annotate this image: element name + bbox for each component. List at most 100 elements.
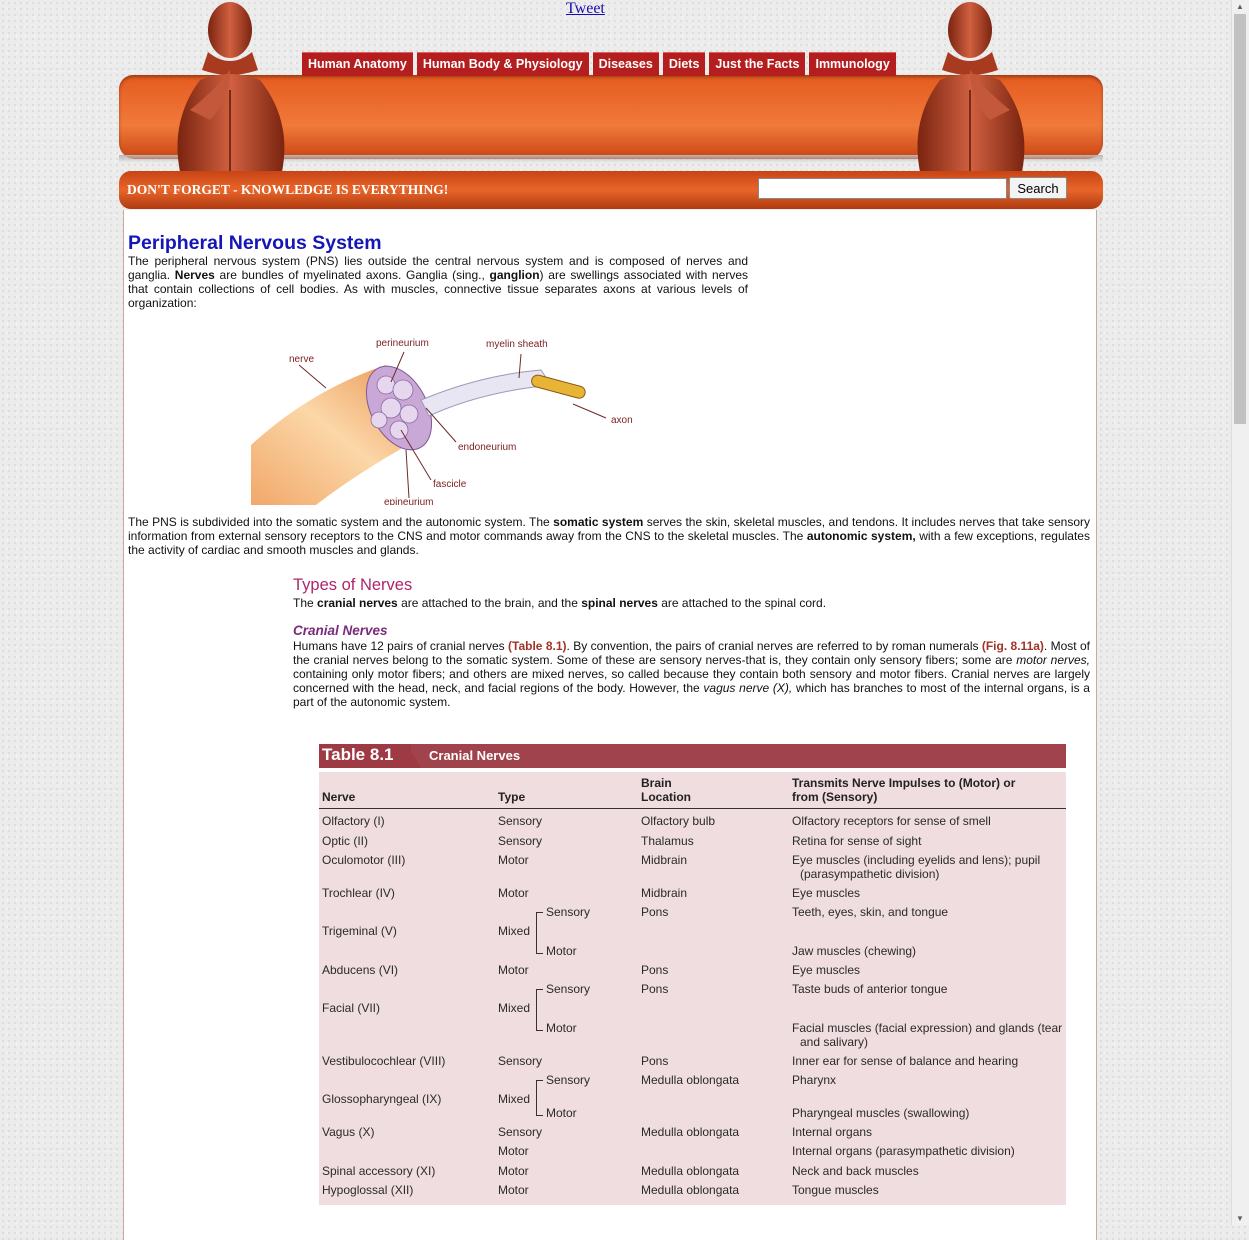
- scrollbar-thumb[interactable]: [1234, 14, 1246, 424]
- cell-nerve: Glossopharyngeal (IX): [322, 1092, 442, 1106]
- cell-trans: Inner ear for sense of balance and heari…: [792, 1054, 1019, 1068]
- intro-paragraph: The peripheral nervous system (PNS) lies…: [128, 254, 748, 310]
- label-endoneurium: endoneurium: [458, 442, 516, 453]
- scroll-up-icon[interactable]: ▲: [1236, 2, 1244, 11]
- cell-loc: Pons: [641, 1054, 669, 1068]
- slogan-search-bar: DON'T FORGET - KNOWLEDGE IS EVERYTHING! …: [119, 171, 1103, 209]
- scroll-down-icon[interactable]: ▼: [1236, 1214, 1244, 1223]
- cell-trans: Tongue muscles: [792, 1183, 879, 1197]
- cell-loc: Medulla oblongata: [641, 1073, 740, 1087]
- cell-sub: Motor: [546, 944, 577, 958]
- cell-sub: Sensory: [546, 982, 591, 996]
- cell-trans: Facial muscles (facial expression) and g…: [792, 1021, 1063, 1035]
- text: The: [293, 596, 318, 610]
- cell-type: Mixed: [498, 1092, 531, 1106]
- page-title: Peripheral Nervous System: [128, 232, 382, 254]
- cell-nerve: Trigeminal (V): [322, 924, 397, 938]
- page-scrollbar[interactable]: ▲ ▼: [1231, 0, 1249, 1225]
- nav-tab-diets[interactable]: Diets: [662, 52, 706, 76]
- cell-type: Motor: [498, 886, 529, 900]
- search-input[interactable]: [758, 178, 1007, 199]
- cell-trans-cont: (parasympathetic division): [800, 867, 940, 881]
- header-rule: [319, 808, 1066, 809]
- nav-tab-human-anatomy[interactable]: Human Anatomy: [302, 52, 413, 76]
- brace-tick: [536, 1030, 543, 1031]
- tweet-link[interactable]: Tweet: [566, 0, 605, 18]
- text: are attached to the brain, and the: [397, 596, 582, 610]
- cell-trans: Taste buds of anterior tongue: [792, 982, 948, 996]
- cell-nerve: Spinal accessory (XI): [322, 1164, 436, 1178]
- cell-trans: Internal organs (parasympathetic divisio…: [792, 1144, 1015, 1158]
- cranial-paragraph: Humans have 12 pairs of cranial nerves (…: [293, 639, 1090, 709]
- nav-tab-diseases[interactable]: Diseases: [592, 52, 659, 76]
- brace-tick: [536, 912, 543, 913]
- text: are bundles of myelinated axons. Ganglia…: [214, 268, 490, 282]
- term-cranial: cranial nerves: [317, 596, 398, 610]
- cell-loc: Medulla oblongata: [641, 1125, 740, 1139]
- nav-tab-immunology[interactable]: Immunology: [809, 52, 896, 76]
- cell-loc: Pons: [641, 982, 669, 996]
- cell-type: Sensory: [498, 1054, 543, 1068]
- header-nerve: Nerve: [322, 790, 356, 804]
- cell-trans: Eye muscles: [792, 963, 861, 977]
- table-name: Cranial Nerves: [429, 748, 521, 763]
- cell-type: Sensory: [498, 814, 543, 828]
- nav-tab-just-the-facts[interactable]: Just the Facts: [709, 52, 806, 76]
- cell-trans: Eye muscles (including eyelids and lens)…: [792, 853, 1041, 867]
- cell-type: Sensory: [498, 834, 543, 848]
- mixed-brace: [536, 1080, 537, 1115]
- cell-nerve: Hypoglossal (XII): [322, 1183, 414, 1197]
- label-nerve: nerve: [289, 354, 314, 365]
- brace-tick: [536, 1080, 543, 1081]
- label-perineurium: perineurium: [376, 338, 429, 349]
- term-vagus: vagus nerve (X),: [703, 681, 793, 695]
- cell-nerve: Trochlear (IV): [322, 886, 395, 900]
- cell-trans: Pharyngeal muscles (swallowing): [792, 1106, 970, 1120]
- cell-loc: Midbrain: [641, 886, 688, 900]
- figure-reference: (Fig. 8.11a): [981, 639, 1044, 653]
- term-autonomic: autonomic system,: [806, 529, 916, 543]
- cell-nerve: Vagus (X): [322, 1125, 375, 1139]
- nav-tab-body-physiology[interactable]: Human Body & Physiology: [416, 52, 589, 76]
- cell-nerve: Abducens (VI): [322, 963, 399, 977]
- term-somatic: somatic system: [553, 515, 644, 529]
- label-myelin-sheath: myelin sheath: [486, 339, 548, 350]
- cell-loc: Thalamus: [641, 834, 694, 848]
- cell-trans: Pharynx: [792, 1073, 837, 1087]
- cell-trans: Teeth, eyes, skin, and tongue: [792, 905, 949, 919]
- mixed-brace: [536, 912, 537, 953]
- cell-loc: Midbrain: [641, 853, 688, 867]
- text: are attached to the spinal cord.: [657, 596, 827, 610]
- cell-loc: Pons: [641, 905, 669, 919]
- cell-loc: Medulla oblongata: [641, 1183, 740, 1197]
- cell-nerve: Olfactory (I): [322, 814, 385, 828]
- header-type: Type: [498, 790, 526, 804]
- cell-trans: Neck and back muscles: [792, 1164, 919, 1178]
- header-brain: Brain: [641, 776, 672, 790]
- cranial-nerves-table: Nerve Type Brain Location Transmits Nerv…: [319, 772, 1066, 1205]
- cell-type: Motor: [498, 853, 529, 867]
- header-transmits-2: from (Sensory): [792, 790, 878, 804]
- term-spinal: spinal nerves: [581, 596, 658, 610]
- cell-trans: Jaw muscles (chewing): [792, 944, 917, 958]
- cell-type: Motor: [498, 1144, 529, 1158]
- term-motor-nerves: motor nerves,: [1016, 653, 1090, 667]
- pns-paragraph: The PNS is subdivided into the somatic s…: [128, 515, 1090, 557]
- cell-nerve: Facial (VII): [322, 1001, 381, 1015]
- cell-trans: Internal organs: [792, 1125, 873, 1139]
- cell-sub: Sensory: [546, 1073, 591, 1087]
- cell-type: Mixed: [498, 924, 531, 938]
- cell-type: Mixed: [498, 1001, 531, 1015]
- cell-nerve: Vestibulocochlear (VIII): [322, 1054, 446, 1068]
- slogan-text: DON'T FORGET - KNOWLEDGE IS EVERYTHING!: [127, 182, 449, 197]
- mixed-brace: [536, 989, 537, 1030]
- text: Humans have 12 pairs of cranial nerves: [293, 639, 509, 653]
- search-button[interactable]: Search: [1009, 177, 1067, 199]
- cell-sub: Motor: [546, 1106, 577, 1120]
- text: The PNS is subdivided into the somatic s…: [128, 515, 554, 529]
- cell-nerve: Optic (II): [322, 834, 369, 848]
- table-number: Table 8.1: [322, 745, 394, 764]
- cell-loc: Olfactory bulb: [641, 814, 716, 828]
- brace-tick: [536, 953, 543, 954]
- label-fascicle: fascicle: [433, 479, 467, 490]
